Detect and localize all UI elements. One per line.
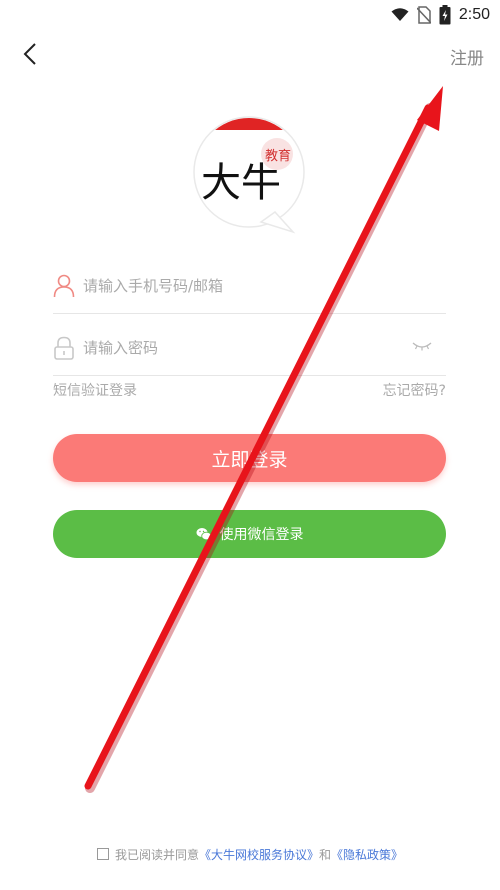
privacy-policy-link[interactable]: 《隐私政策》 [331, 846, 403, 863]
status-time: 2:50 [458, 6, 490, 23]
password-input[interactable] [83, 334, 403, 362]
arrow-head [417, 86, 443, 131]
wechat-login-button[interactable]: 使用微信登录 [53, 510, 446, 558]
agreement-row: 我已阅读并同意 《大牛网校服务协议》 和 《隐私政策》 [0, 844, 500, 864]
sms-login-link[interactable]: 短信验证登录 [53, 380, 137, 400]
wechat-icon [196, 528, 212, 541]
wifi-icon [391, 8, 409, 21]
register-button[interactable]: 注册 [450, 44, 484, 69]
agreement-prefix: 我已阅读并同意 [114, 847, 199, 862]
wechat-button-label: 使用微信登录 [219, 526, 304, 542]
logo-main-text: 大牛 [201, 160, 281, 206]
eye-closed-icon[interactable] [412, 340, 432, 352]
phone-field [53, 258, 446, 314]
app-logo: 大牛 教育 [193, 116, 309, 236]
forgot-password-link[interactable]: 忘记密码? [383, 380, 446, 400]
agreement-conjunction: 和 [319, 847, 332, 862]
user-icon [53, 274, 75, 298]
agreement-checkbox[interactable] [96, 848, 109, 860]
status-icons: 2:50 [391, 4, 490, 26]
login-options-row: 短信验证登录 忘记密码? [53, 380, 446, 400]
service-agreement-link[interactable]: 《大牛网校服务协议》 [199, 846, 319, 863]
password-field [53, 320, 446, 376]
lock-icon [54, 336, 74, 360]
logo-seal-text: 教育 [265, 148, 291, 164]
no-sim-icon [416, 6, 431, 24]
status-bar: 2:50 [0, 0, 500, 30]
battery-charging-icon [439, 5, 451, 25]
back-button[interactable] [14, 38, 46, 70]
chevron-left-icon [23, 43, 36, 65]
login-button[interactable]: 立即登录 [53, 434, 446, 482]
phone-input[interactable] [83, 272, 403, 300]
login-button-label: 立即登录 [211, 449, 288, 471]
